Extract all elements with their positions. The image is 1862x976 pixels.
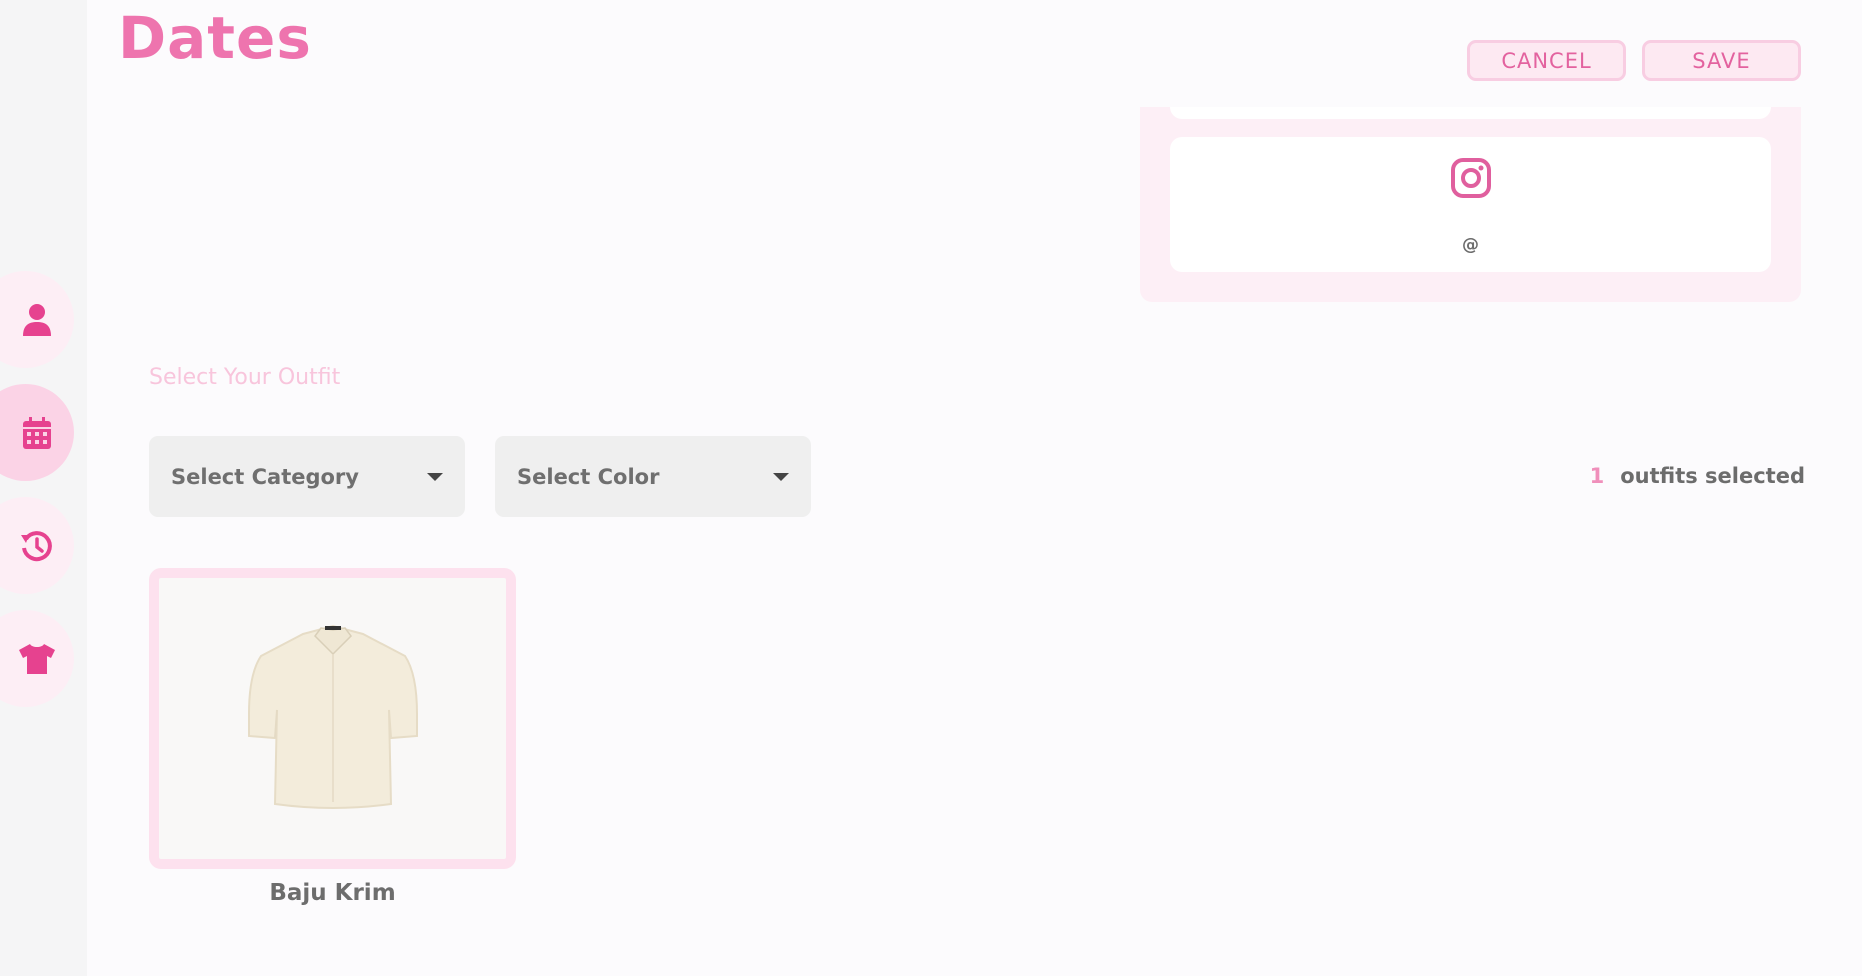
color-select[interactable]: Select Color	[495, 436, 811, 517]
nav-dates-button[interactable]	[0, 384, 74, 481]
page-title: Dates	[118, 4, 312, 72]
sidebar	[0, 0, 87, 976]
shirt-image	[247, 624, 418, 809]
selected-count-number: 1	[1589, 464, 1605, 488]
instagram-handle: @	[1462, 235, 1479, 255]
outfit-section-label: Select Your Outfit	[149, 365, 341, 390]
nav-history-button[interactable]	[0, 497, 74, 594]
social-panel: @	[1140, 107, 1801, 302]
outfit-name: Baju Krim	[269, 880, 396, 906]
color-select-value: Select Color	[517, 464, 660, 489]
chevron-down-icon	[773, 472, 789, 481]
save-button[interactable]: SAVE	[1642, 40, 1801, 81]
category-select-value: Select Category	[171, 464, 359, 489]
shirt-icon	[19, 643, 55, 674]
instagram-card: @	[1170, 137, 1771, 272]
social-card-previous	[1170, 107, 1771, 119]
instagram-icon[interactable]	[1450, 157, 1492, 199]
chevron-down-icon	[427, 472, 443, 481]
selection-count: 1 outfits selected	[1590, 464, 1805, 488]
nav-profile-button[interactable]	[0, 271, 74, 368]
nav-wardrobe-button[interactable]	[0, 610, 74, 707]
history-icon	[21, 530, 52, 561]
outfit-card[interactable]	[149, 568, 516, 869]
selected-count-label: outfits selected	[1620, 464, 1805, 488]
cancel-button[interactable]: CANCEL	[1467, 40, 1626, 81]
person-icon	[23, 303, 51, 336]
category-select[interactable]: Select Category	[149, 436, 465, 517]
calendar-icon	[23, 416, 51, 449]
